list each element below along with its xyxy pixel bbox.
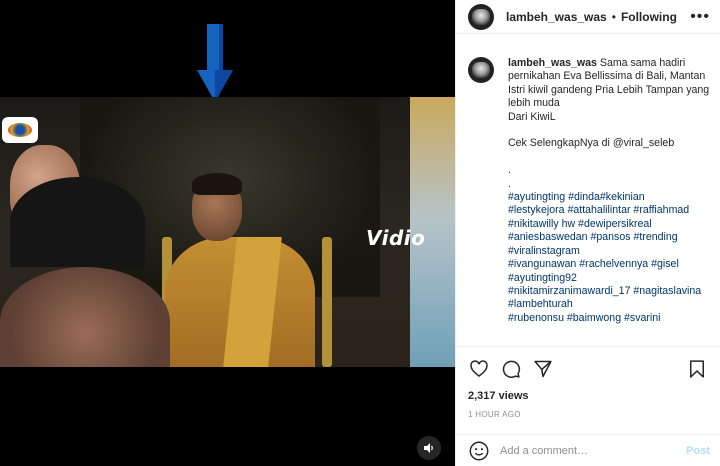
tv-channel-logo <box>2 117 38 143</box>
hashtag-list: #ayutingting #dinda#kekinian #lestykejor… <box>508 191 710 325</box>
speaker-icon <box>424 443 433 453</box>
paper-plane-icon <box>534 360 552 377</box>
separator-dot: • <box>611 9 616 24</box>
add-comment-bar: Post <box>456 434 720 466</box>
caption-username[interactable]: lambeh_was_was <box>508 57 597 69</box>
instagram-post-modal: Vidio lambeh_was_was • Following ••• lam… <box>0 0 720 466</box>
hashtag-line[interactable]: #ayutingting #dinda#kekinian <box>508 191 710 204</box>
blue-arrow-down-icon <box>197 24 233 102</box>
heart-icon <box>470 359 488 377</box>
post-side-panel: lambeh_was_was • Following ••• lambeh_wa… <box>455 0 720 466</box>
comment-input[interactable] <box>500 444 687 457</box>
hashtag-line[interactable]: #lestykejora #attahalilintar #raffiahmad <box>508 204 710 217</box>
view-count[interactable]: 2,317 views <box>456 390 720 405</box>
vidio-watermark: Vidio <box>366 226 426 250</box>
caption-avatar[interactable] <box>468 57 494 83</box>
hashtag-line[interactable]: #ivangunawan #rachelvennya #gisel <box>508 258 710 271</box>
emoji-icon[interactable] <box>468 440 490 462</box>
hashtag-line[interactable]: #nikitawilly hw #dewipersikreal <box>508 218 710 231</box>
author-username[interactable]: lambeh_was_was <box>506 10 607 24</box>
post-header: lambeh_was_was • Following ••• <box>456 0 720 34</box>
following-button[interactable]: Following <box>621 10 677 24</box>
more-options-icon[interactable]: ••• <box>690 8 710 26</box>
caption-area: lambeh_was_was Sama sama hadiri pernikah… <box>456 34 720 346</box>
caption: lambeh_was_was Sama sama hadiri pernikah… <box>508 57 710 346</box>
hashtag-line[interactable]: #rubenonsu #baimwong #svarini <box>508 312 710 325</box>
action-bar <box>456 346 720 390</box>
bookmark-icon <box>690 359 704 378</box>
comment-button[interactable] <box>496 354 526 384</box>
hashtag-line[interactable]: #viralinstagram <box>508 245 710 258</box>
share-button[interactable] <box>528 354 558 384</box>
post-comment-button[interactable]: Post <box>686 445 710 457</box>
hashtag-line[interactable]: #nikitamirzanimawardi_17 #nagitaslavina <box>508 285 710 298</box>
like-button[interactable] <box>464 354 494 384</box>
hashtag-line[interactable]: #ayutingting92 <box>508 272 710 285</box>
sound-toggle-button[interactable] <box>417 436 441 460</box>
avatar[interactable] <box>468 3 494 30</box>
comment-bubble-icon <box>502 360 521 378</box>
hashtag-line[interactable]: #lambehturah <box>508 298 710 311</box>
video-player[interactable]: Vidio <box>0 0 455 466</box>
save-button[interactable] <box>682 354 712 384</box>
caption-text: Sama sama hadiri pernikahan Eva Bellissi… <box>508 57 710 190</box>
hashtag-line[interactable]: #aniesbaswedan #pansos #trending <box>508 231 710 244</box>
post-timestamp[interactable]: 1 HOUR AGO <box>456 410 720 422</box>
